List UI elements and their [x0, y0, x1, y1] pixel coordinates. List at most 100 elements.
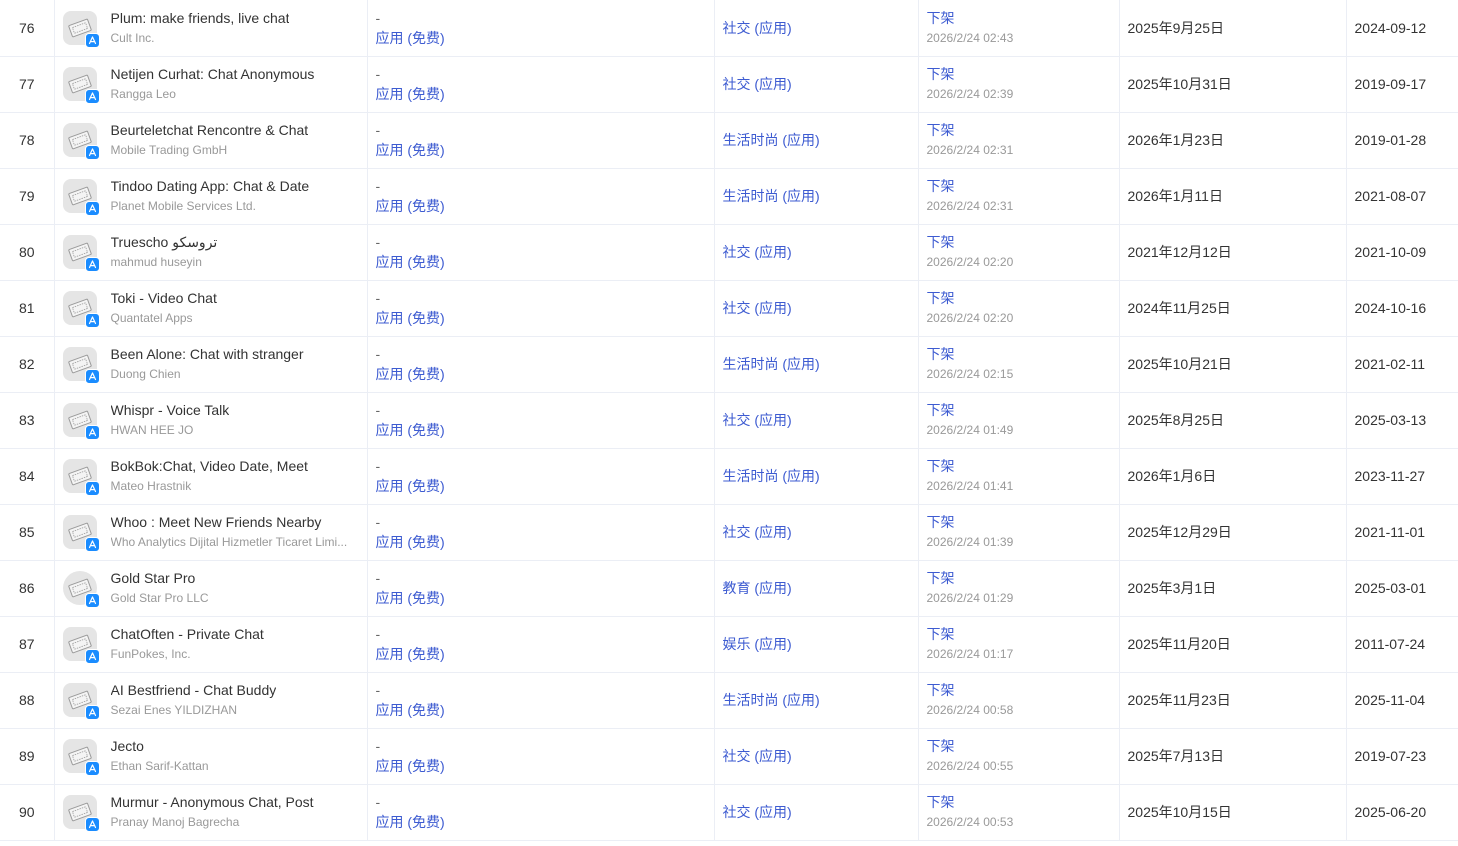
app-developer[interactable]: Duong Chien [111, 364, 304, 384]
app-cell[interactable]: Tindoo Dating App: Chat & Date Planet Mo… [54, 168, 368, 225]
app-developer[interactable]: Rangga Leo [111, 84, 315, 104]
app-developer[interactable]: Sezai Enes YILDIZHAN [111, 700, 277, 720]
price-type-link[interactable]: 应用 (免费) [376, 588, 714, 608]
price-type-link[interactable]: 应用 (免费) [376, 476, 714, 496]
category-link[interactable]: 教育 (应用) [715, 578, 918, 598]
app-name[interactable]: Truescho تروسكو [111, 232, 218, 252]
price-type-link[interactable]: 应用 (免费) [376, 308, 714, 328]
table-row[interactable]: 79 Tindoo Dating App: Chat & Date Planet… [0, 168, 1458, 225]
app-cell[interactable]: Whoo : Meet New Friends Nearby Who Analy… [54, 504, 368, 561]
category-link[interactable]: 社交 (应用) [715, 746, 918, 766]
category-link[interactable]: 社交 (应用) [715, 298, 918, 318]
app-cell[interactable]: Murmur - Anonymous Chat, Post Pranay Man… [54, 784, 368, 841]
app-placeholder-icon[interactable] [62, 515, 100, 552]
app-developer[interactable]: HWAN HEE JO [111, 420, 230, 440]
category-link[interactable]: 生活时尚 (应用) [715, 354, 918, 374]
app-cell[interactable]: Gold Star Pro Gold Star Pro LLC [54, 560, 368, 617]
status-link[interactable]: 下架 [927, 288, 1119, 308]
price-type-link[interactable]: 应用 (免费) [376, 812, 714, 832]
price-type-link[interactable]: 应用 (免费) [376, 700, 714, 720]
table-row[interactable]: 85 Whoo : Meet New Friends Nearby Who An… [0, 504, 1458, 561]
price-type-link[interactable]: 应用 (免费) [376, 756, 714, 776]
app-cell[interactable]: Toki - Video Chat Quantatel Apps [54, 280, 368, 337]
app-name[interactable]: Whispr - Voice Talk [111, 400, 230, 420]
app-placeholder-icon[interactable] [62, 459, 100, 496]
category-link[interactable]: 生活时尚 (应用) [715, 690, 918, 710]
table-row[interactable]: 88 AI Bestfriend - Chat Buddy Sezai Enes… [0, 672, 1458, 729]
category-link[interactable]: 社交 (应用) [715, 802, 918, 822]
status-link[interactable]: 下架 [927, 568, 1119, 588]
app-placeholder-icon[interactable] [62, 291, 100, 328]
app-name[interactable]: Been Alone: Chat with stranger [111, 344, 304, 364]
category-link[interactable]: 社交 (应用) [715, 410, 918, 430]
category-link[interactable]: 生活时尚 (应用) [715, 186, 918, 206]
app-cell[interactable]: BokBok:Chat, Video Date, Meet Mateo Hras… [54, 448, 368, 505]
price-type-link[interactable]: 应用 (免费) [376, 420, 714, 440]
app-cell[interactable]: Truescho تروسكو mahmud huseyin [54, 224, 368, 281]
app-developer[interactable]: Planet Mobile Services Ltd. [111, 196, 310, 216]
price-type-link[interactable]: 应用 (免费) [376, 84, 714, 104]
app-name[interactable]: Plum: make friends, live chat [111, 8, 290, 28]
app-cell[interactable]: AI Bestfriend - Chat Buddy Sezai Enes YI… [54, 672, 368, 729]
app-placeholder-icon[interactable] [62, 67, 100, 104]
status-link[interactable]: 下架 [927, 624, 1119, 644]
category-link[interactable]: 社交 (应用) [715, 74, 918, 94]
status-link[interactable]: 下架 [927, 456, 1119, 476]
table-row[interactable]: 89 Jecto Ethan Sarif-Kattan - 应用 (免费) 社交… [0, 728, 1458, 785]
table-row[interactable]: 76 Plum: make friends, live chat Cult In… [0, 0, 1458, 57]
app-placeholder-icon[interactable] [62, 795, 100, 832]
app-cell[interactable]: Netijen Curhat: Chat Anonymous Rangga Le… [54, 56, 368, 113]
table-row[interactable]: 90 Murmur - Anonymous Chat, Post Pranay … [0, 784, 1458, 841]
app-name[interactable]: ChatOften - Private Chat [111, 624, 264, 644]
app-placeholder-icon[interactable] [62, 403, 100, 440]
status-link[interactable]: 下架 [927, 512, 1119, 532]
table-row[interactable]: 82 Been Alone: Chat with stranger Duong … [0, 336, 1458, 393]
app-name[interactable]: Beurteletchat Rencontre & Chat [111, 120, 309, 140]
app-developer[interactable]: mahmud huseyin [111, 252, 218, 272]
app-developer[interactable]: Who Analytics Dijital Hizmetler Ticaret … [111, 532, 348, 552]
price-type-link[interactable]: 应用 (免费) [376, 196, 714, 216]
app-name[interactable]: AI Bestfriend - Chat Buddy [111, 680, 277, 700]
category-link[interactable]: 生活时尚 (应用) [715, 130, 918, 150]
price-type-link[interactable]: 应用 (免费) [376, 364, 714, 384]
table-row[interactable]: 80 Truescho تروسكو mahmud huseyin - 应用 (… [0, 224, 1458, 281]
app-cell[interactable]: Plum: make friends, live chat Cult Inc. [54, 0, 368, 57]
status-link[interactable]: 下架 [927, 176, 1119, 196]
price-type-link[interactable]: 应用 (免费) [376, 644, 714, 664]
app-placeholder-icon[interactable] [62, 683, 100, 720]
app-cell[interactable]: Been Alone: Chat with stranger Duong Chi… [54, 336, 368, 393]
price-type-link[interactable]: 应用 (免费) [376, 532, 714, 552]
app-placeholder-icon[interactable] [62, 179, 100, 216]
app-name[interactable]: BokBok:Chat, Video Date, Meet [111, 456, 308, 476]
app-name[interactable]: Murmur - Anonymous Chat, Post [111, 792, 314, 812]
app-name[interactable]: Gold Star Pro [111, 568, 209, 588]
app-placeholder-icon[interactable] [62, 571, 100, 608]
price-type-link[interactable]: 应用 (免费) [376, 252, 714, 272]
app-name[interactable]: Whoo : Meet New Friends Nearby [111, 512, 348, 532]
category-link[interactable]: 社交 (应用) [715, 18, 918, 38]
status-link[interactable]: 下架 [927, 400, 1119, 420]
category-link[interactable]: 社交 (应用) [715, 522, 918, 542]
app-cell[interactable]: Whispr - Voice Talk HWAN HEE JO [54, 392, 368, 449]
app-developer[interactable]: Quantatel Apps [111, 308, 217, 328]
app-name[interactable]: Netijen Curhat: Chat Anonymous [111, 64, 315, 84]
price-type-link[interactable]: 应用 (免费) [376, 28, 714, 48]
app-developer[interactable]: Gold Star Pro LLC [111, 588, 209, 608]
table-row[interactable]: 77 Netijen Curhat: Chat Anonymous Rangga… [0, 56, 1458, 113]
table-row[interactable]: 87 ChatOften - Private Chat FunPokes, In… [0, 616, 1458, 673]
status-link[interactable]: 下架 [927, 8, 1119, 28]
category-link[interactable]: 生活时尚 (应用) [715, 466, 918, 486]
status-link[interactable]: 下架 [927, 680, 1119, 700]
app-name[interactable]: Jecto [111, 736, 209, 756]
app-placeholder-icon[interactable] [62, 235, 100, 272]
app-placeholder-icon[interactable] [62, 739, 100, 776]
app-developer[interactable]: Mateo Hrastnik [111, 476, 308, 496]
app-placeholder-icon[interactable] [62, 347, 100, 384]
table-row[interactable]: 81 Toki - Video Chat Quantatel Apps - 应用… [0, 280, 1458, 337]
table-row[interactable]: 83 Whispr - Voice Talk HWAN HEE JO - 应用 … [0, 392, 1458, 449]
app-placeholder-icon[interactable] [62, 123, 100, 160]
status-link[interactable]: 下架 [927, 120, 1119, 140]
app-cell[interactable]: Jecto Ethan Sarif-Kattan [54, 728, 368, 785]
app-placeholder-icon[interactable] [62, 627, 100, 664]
table-row[interactable]: 78 Beurteletchat Rencontre & Chat Mobile… [0, 112, 1458, 169]
